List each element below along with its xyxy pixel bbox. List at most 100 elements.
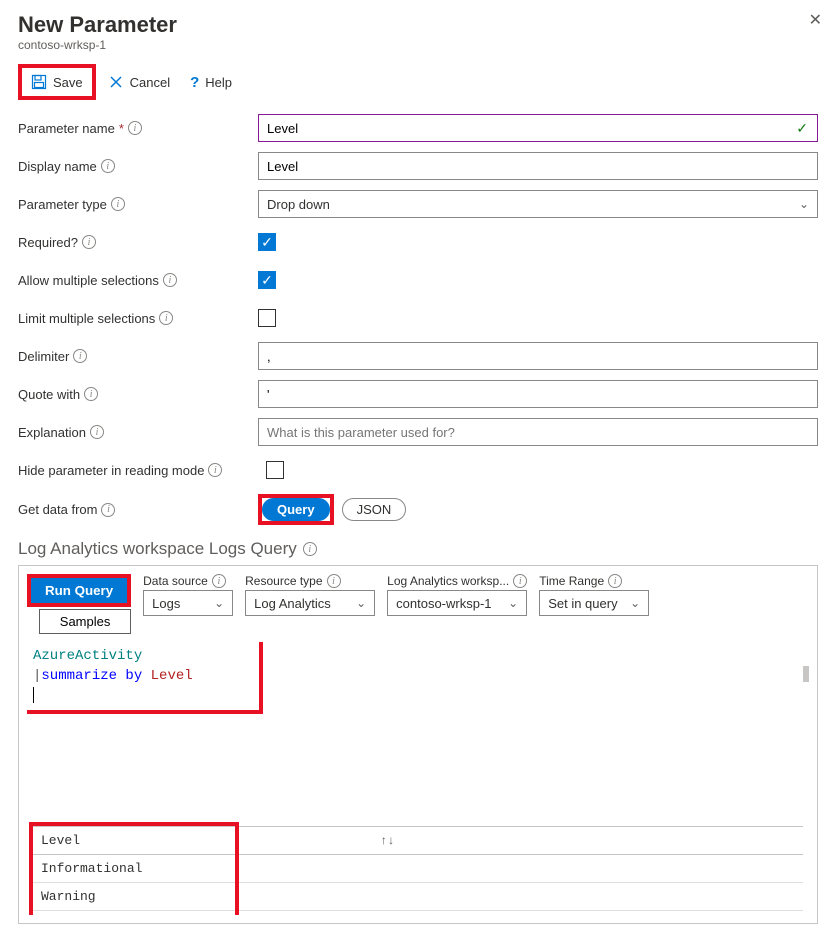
highlight-save: Save: [18, 64, 96, 100]
parameter-name-input[interactable]: [258, 114, 818, 142]
get-data-from-label: Get data from: [18, 502, 97, 517]
valid-check-icon: ✓: [796, 120, 808, 137]
run-query-button[interactable]: Run Query: [31, 578, 127, 603]
chevron-down-icon: ⌄: [799, 197, 809, 211]
hide-parameter-label: Hide parameter in reading mode: [18, 463, 204, 478]
cancel-label: Cancel: [130, 75, 170, 90]
parameter-type-value: Drop down: [267, 197, 330, 212]
allow-multiple-label: Allow multiple selections: [18, 273, 159, 288]
required-label: Required?: [18, 235, 78, 250]
resource-type-select[interactable]: Log Analytics ⌄: [245, 590, 375, 616]
limit-multiple-label: Limit multiple selections: [18, 311, 155, 326]
info-icon[interactable]: i: [90, 425, 104, 439]
row-delimiter: Delimiter i: [18, 342, 818, 370]
page-title: New Parameter: [18, 12, 818, 38]
explanation-label: Explanation: [18, 425, 86, 440]
info-icon[interactable]: i: [101, 503, 115, 517]
time-range-label: Time Range: [539, 574, 604, 588]
required-indicator: *: [119, 121, 124, 136]
chevron-down-icon: ⌄: [508, 596, 518, 610]
results-row[interactable]: Informational: [33, 855, 803, 883]
check-icon: ✓: [261, 234, 273, 251]
delimiter-label: Delimiter: [18, 349, 69, 364]
pill-json[interactable]: JSON: [342, 498, 407, 521]
data-source-value: Logs: [152, 596, 180, 611]
row-get-data-from: Get data from i Query JSON: [18, 494, 818, 525]
results-column-header: Level: [41, 833, 80, 848]
highlight-query-pill: Query: [258, 494, 334, 525]
results-row[interactable]: Warning: [33, 883, 803, 911]
quote-with-label: Quote with: [18, 387, 80, 402]
chevron-down-icon: ⌄: [356, 596, 366, 610]
row-parameter-name: Parameter name * i ✓: [18, 114, 818, 142]
info-icon[interactable]: i: [84, 387, 98, 401]
info-icon[interactable]: i: [208, 463, 222, 477]
explanation-input[interactable]: [258, 418, 818, 446]
help-button[interactable]: ? Help: [182, 69, 240, 96]
chevron-down-icon: ⌄: [214, 596, 224, 610]
info-icon[interactable]: i: [513, 574, 527, 588]
query-column-token: Level: [151, 668, 193, 684]
results-header[interactable]: Level ↑↓: [33, 826, 803, 855]
info-icon[interactable]: i: [73, 349, 87, 363]
sort-icon[interactable]: ↑↓: [380, 834, 394, 848]
limit-multiple-checkbox[interactable]: [258, 309, 276, 327]
row-allow-multiple: Allow multiple selections i ✓: [18, 266, 818, 294]
save-label: Save: [53, 75, 83, 90]
info-icon[interactable]: i: [111, 197, 125, 211]
quote-with-input[interactable]: [258, 380, 818, 408]
parameter-type-select[interactable]: Drop down ⌄: [258, 190, 818, 218]
workspace-value: contoso-wrksp-1: [396, 596, 491, 611]
query-table-token: AzureActivity: [33, 648, 142, 664]
allow-multiple-checkbox[interactable]: ✓: [258, 271, 276, 289]
info-icon[interactable]: i: [303, 542, 317, 556]
command-bar: Save Cancel ? Help: [18, 64, 818, 100]
parameter-type-label: Parameter type: [18, 197, 107, 212]
info-icon[interactable]: i: [212, 574, 226, 588]
resource-type-value: Log Analytics: [254, 596, 331, 611]
save-button[interactable]: Save: [23, 69, 91, 95]
row-display-name: Display name i: [18, 152, 818, 180]
highlight-run-query: Run Query: [27, 574, 131, 607]
chevron-down-icon: ⌄: [630, 596, 640, 610]
workspace-select[interactable]: contoso-wrksp-1 ⌄: [387, 590, 527, 616]
section-title-text: Log Analytics workspace Logs Query: [18, 539, 297, 559]
query-keyword-token: summarize by: [41, 668, 142, 684]
samples-button[interactable]: Samples: [39, 609, 131, 634]
help-icon: ?: [190, 74, 199, 91]
info-icon[interactable]: i: [163, 273, 177, 287]
hide-parameter-checkbox[interactable]: [266, 461, 284, 479]
row-explanation: Explanation i: [18, 418, 818, 446]
time-range-value: Set in query: [548, 596, 617, 611]
row-quote-with: Quote with i: [18, 380, 818, 408]
save-icon: [31, 74, 47, 90]
editor-caret: [33, 687, 34, 703]
resource-type-label: Resource type: [245, 574, 322, 588]
parameter-panel: ✕ New Parameter contoso-wrksp-1 Save Can…: [0, 0, 836, 942]
time-range-select[interactable]: Set in query ⌄: [539, 590, 649, 616]
query-editor[interactable]: AzureActivity |summarize by Level Level …: [27, 642, 809, 915]
info-icon[interactable]: i: [82, 235, 96, 249]
info-icon[interactable]: i: [608, 574, 622, 588]
info-icon[interactable]: i: [159, 311, 173, 325]
section-title: Log Analytics workspace Logs Query i: [18, 539, 818, 559]
cancel-icon: [108, 74, 124, 90]
required-checkbox[interactable]: ✓: [258, 233, 276, 251]
row-required: Required? i ✓: [18, 228, 818, 256]
data-source-select[interactable]: Logs ⌄: [143, 590, 233, 616]
results-table: Level ↑↓ Informational Warning: [33, 826, 803, 911]
row-limit-multiple: Limit multiple selections i: [18, 304, 818, 332]
row-parameter-type: Parameter type i Drop down ⌄: [18, 190, 818, 218]
query-panel: Run Query Samples Data sourcei Logs ⌄ Re…: [18, 565, 818, 924]
cancel-button[interactable]: Cancel: [100, 69, 178, 95]
display-name-input[interactable]: [258, 152, 818, 180]
close-button[interactable]: ✕: [809, 10, 822, 30]
info-icon[interactable]: i: [128, 121, 142, 135]
scroll-indicator: [803, 666, 809, 682]
query-toolbar: Run Query Samples Data sourcei Logs ⌄ Re…: [27, 574, 809, 634]
info-icon[interactable]: i: [101, 159, 115, 173]
help-label: Help: [205, 75, 232, 90]
info-icon[interactable]: i: [327, 574, 341, 588]
delimiter-input[interactable]: [258, 342, 818, 370]
pill-query[interactable]: Query: [262, 498, 330, 521]
